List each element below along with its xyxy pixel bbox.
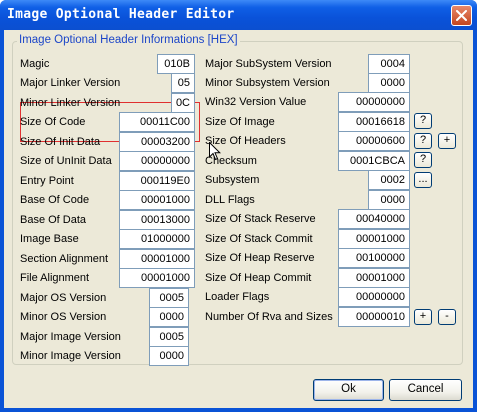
subsystem-browse-button[interactable]: ... — [414, 172, 432, 188]
cancel-button[interactable]: Cancel — [389, 379, 462, 401]
magic-label: Magic — [20, 58, 50, 70]
file-alignment-field[interactable]: 00001000 — [119, 268, 195, 288]
minor-subsystem-version-label: Minor Subsystem Version — [205, 77, 330, 89]
ok-button[interactable]: Ok — [313, 379, 384, 401]
magic-field[interactable]: 010B — [157, 54, 195, 74]
minor-os-version-label: Minor OS Version — [20, 311, 107, 323]
major-linker-version-label: Major Linker Version — [20, 77, 121, 89]
size-of-uninit-data-field[interactable]: 00000000 — [119, 151, 195, 171]
size-of-heap-commit-field[interactable]: 00001000 — [338, 268, 410, 288]
minor-image-version-field[interactable]: 0000 — [149, 346, 189, 366]
major-image-version-field[interactable]: 0005 — [149, 327, 189, 347]
win32-version-value-label: Win32 Version Value — [205, 96, 307, 108]
group-caption: Image Optional Header Informations [HEX] — [17, 34, 240, 46]
size-of-init-data-field[interactable]: 00003200 — [119, 132, 195, 152]
major-linker-version-field[interactable]: 05 — [171, 73, 195, 93]
loader-flags-label: Loader Flags — [205, 291, 270, 303]
loader-flags-field[interactable]: 00000000 — [338, 287, 410, 307]
size-of-heap-commit-label: Size Of Heap Commit — [205, 272, 312, 284]
size-of-uninit-data-label: Size of UnInit Data — [20, 155, 112, 167]
close-icon — [456, 10, 467, 21]
subsystem-field[interactable]: 0002 — [368, 170, 410, 190]
win32-version-value-field[interactable]: 00000000 — [338, 92, 410, 112]
section-alignment-label: Section Alignment — [20, 253, 109, 265]
dll-flags-label: DLL Flags — [205, 194, 255, 206]
size-of-init-data-label: Size Of Init Data — [20, 136, 101, 148]
subsystem-label: Subsystem — [205, 174, 260, 186]
base-of-code-field[interactable]: 00001000 — [119, 190, 195, 210]
file-alignment-label: File Alignment — [20, 272, 90, 284]
image-base-label: Image Base — [20, 233, 79, 245]
checksum-help-button[interactable]: ? — [414, 152, 432, 168]
number-of-rva-and-sizes-field[interactable]: 00000010 — [338, 307, 410, 327]
rva-plus-button[interactable]: + — [414, 309, 432, 325]
minor-image-version-label: Minor Image Version — [20, 350, 121, 362]
major-image-version-label: Major Image Version — [20, 331, 121, 343]
minor-linker-version-field[interactable]: 0C — [171, 93, 195, 113]
size-of-stack-commit-field[interactable]: 00001000 — [338, 229, 410, 249]
dialog-client-area: Image Optional Header Informations [HEX]… — [4, 30, 473, 408]
window-title: Image Optional Header Editor — [7, 7, 235, 22]
major-subsystem-version-label: Major SubSystem Version — [205, 58, 332, 70]
dll-flags-field[interactable]: 0000 — [368, 190, 410, 210]
image-base-field[interactable]: 01000000 — [119, 229, 195, 249]
entry-point-field[interactable]: 000119E0 — [119, 171, 195, 191]
section-alignment-field[interactable]: 00001000 — [119, 249, 195, 269]
rva-minus-button[interactable]: - — [438, 309, 456, 325]
size-of-headers-field[interactable]: 00000600 — [338, 131, 410, 151]
entry-point-label: Entry Point — [20, 175, 74, 187]
number-of-rva-and-sizes-label: Number Of Rva and Sizes — [205, 311, 333, 323]
size-of-image-help-button[interactable]: ? — [414, 113, 432, 129]
size-of-stack-reserve-label: Size Of Stack Reserve — [205, 213, 316, 225]
dialog-window: Image Optional Header Editor Image Optio… — [0, 0, 477, 412]
major-os-version-label: Major OS Version — [20, 292, 107, 304]
mouse-pointer-icon — [209, 142, 221, 161]
size-of-headers-plus-button[interactable]: + — [438, 133, 456, 149]
size-of-heap-reserve-field[interactable]: 00100000 — [338, 248, 410, 268]
base-of-code-label: Base Of Code — [20, 194, 90, 206]
size-of-stack-commit-label: Size Of Stack Commit — [205, 233, 313, 245]
size-of-code-field[interactable]: 00011C00 — [119, 112, 195, 132]
size-of-stack-reserve-field[interactable]: 00040000 — [338, 209, 410, 229]
size-of-headers-help-button[interactable]: ? — [414, 133, 432, 149]
size-of-image-field[interactable]: 00016618 — [338, 112, 410, 132]
minor-subsystem-version-field[interactable]: 0000 — [368, 73, 410, 93]
size-of-heap-reserve-label: Size Of Heap Reserve — [205, 252, 315, 264]
base-of-data-label: Base Of Data — [20, 214, 87, 226]
base-of-data-field[interactable]: 00013000 — [119, 210, 195, 230]
checksum-field[interactable]: 0001CBCA — [338, 151, 410, 171]
size-of-code-label: Size Of Code — [20, 116, 86, 128]
size-of-image-label: Size Of Image — [205, 116, 275, 128]
minor-linker-version-label: Minor Linker Version — [20, 97, 121, 109]
close-button[interactable] — [451, 5, 472, 26]
minor-os-version-field[interactable]: 0000 — [149, 307, 189, 327]
title-bar[interactable]: Image Optional Header Editor — [0, 0, 477, 30]
major-subsystem-version-field[interactable]: 0004 — [368, 54, 410, 74]
major-os-version-field[interactable]: 0005 — [149, 288, 189, 308]
